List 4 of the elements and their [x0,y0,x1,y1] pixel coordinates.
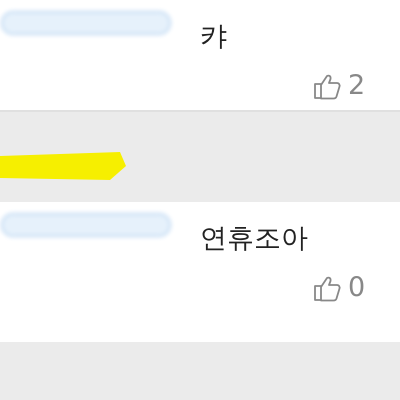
comment-text: 캬 [200,20,227,54]
comment-text: 연휴조아 [200,222,308,256]
like-count: 0 [348,272,366,303]
like-count: 2 [348,70,366,101]
